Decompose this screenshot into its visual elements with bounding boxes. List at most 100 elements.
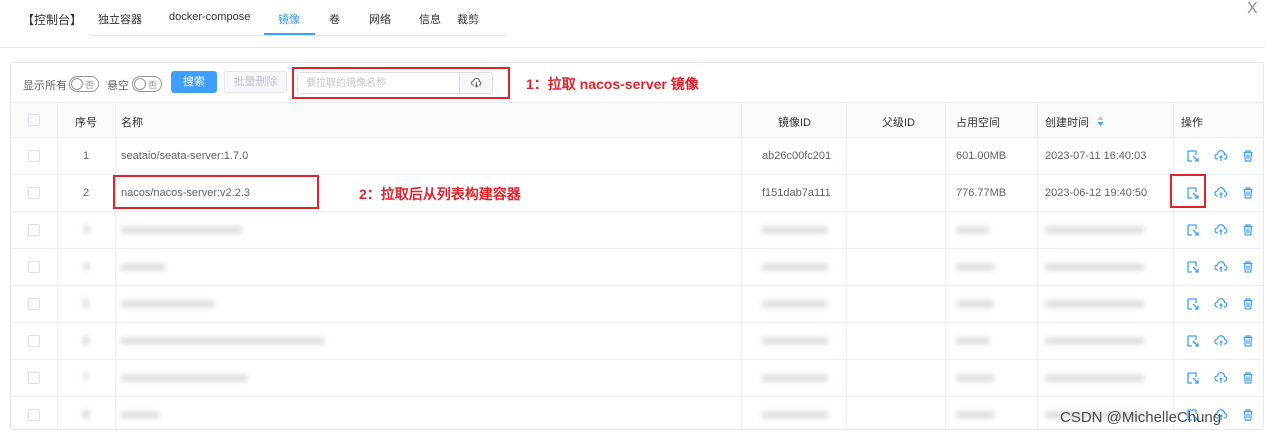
image-size: xxxxxxx bbox=[956, 409, 995, 421]
created-time: 2023-06-12 19:40:50 bbox=[1045, 187, 1148, 199]
tab-prune[interactable]: 裁剪 bbox=[457, 11, 479, 27]
active-tab-indicator bbox=[264, 33, 315, 35]
row-index: 4 bbox=[83, 261, 90, 273]
column-header-actions: 操作 bbox=[1181, 117, 1203, 129]
push-cloud-icon[interactable] bbox=[1214, 186, 1228, 200]
table-row: 4 xxxxxxxx xxxxxxxxxxxx xxxxxxx xxxxxxxxxxxx… bbox=[11, 249, 1263, 286]
column-divider bbox=[115, 102, 116, 429]
create-container-icon[interactable] bbox=[1186, 297, 1200, 311]
create-container-icon[interactable] bbox=[1186, 223, 1200, 237]
row-index: 6 bbox=[83, 335, 90, 347]
delete-icon[interactable] bbox=[1241, 408, 1255, 422]
select-all-checkbox[interactable] bbox=[28, 114, 40, 126]
row-checkbox[interactable] bbox=[28, 224, 40, 236]
column-divider bbox=[741, 102, 742, 429]
row-index: 7 bbox=[83, 372, 90, 384]
image-name: xxxxxxx bbox=[121, 409, 160, 421]
switch-off-text: 否 bbox=[85, 80, 95, 90]
image-name: xxxxxxxxxxxxxxxxxxxxxx bbox=[121, 224, 242, 236]
image-id: xxxxxxxxxxxx bbox=[762, 261, 828, 273]
created-time: xxxxxxxxxxxxxxxxxx bbox=[1045, 335, 1144, 347]
create-container-icon[interactable] bbox=[1186, 149, 1200, 163]
push-cloud-icon[interactable] bbox=[1214, 371, 1228, 385]
push-cloud-icon[interactable] bbox=[1214, 260, 1228, 274]
row-checkbox[interactable] bbox=[28, 409, 40, 421]
table-row: 7 xxxxxxxxxxxxxxxxxxxxxxx xxxxxxxxxxxx xxxx… bbox=[11, 360, 1263, 397]
created-time: 2023-07-11 16:40:03 bbox=[1045, 150, 1147, 162]
search-button[interactable]: 搜索 bbox=[171, 71, 217, 93]
annotation-step2: 2：拉取后从列表构建容器 bbox=[359, 186, 521, 202]
image-size: xxxxxxx bbox=[956, 372, 995, 384]
image-size: xxxxxx bbox=[956, 335, 989, 347]
image-size: 601.00MB bbox=[956, 150, 1007, 162]
created-time: xxxxxxxxxxxxxxxxxx bbox=[1045, 372, 1144, 384]
row-checkbox[interactable] bbox=[28, 150, 40, 162]
column-header-name: 名称 bbox=[121, 117, 143, 129]
push-cloud-icon[interactable] bbox=[1214, 297, 1228, 311]
show-all-switch[interactable]: 否 bbox=[69, 76, 99, 92]
push-cloud-icon[interactable] bbox=[1214, 223, 1228, 237]
image-size: xxxxxxx bbox=[956, 261, 995, 273]
row-checkbox[interactable] bbox=[28, 261, 40, 273]
image-id: xxxxxxxxxxxx bbox=[762, 372, 828, 384]
tab-standalone-containers[interactable]: 独立容器 bbox=[98, 11, 142, 27]
row-checkbox[interactable] bbox=[28, 372, 40, 384]
column-header-index: 序号 bbox=[75, 117, 97, 129]
row-index: 8 bbox=[83, 409, 90, 421]
top-tab-bar: 【控制台】 独立容器 docker-compose 镜像 卷 网络 信息 裁剪 … bbox=[0, 0, 1265, 48]
image-id: f151dab7a111 bbox=[762, 187, 831, 199]
image-size: 776.77MB bbox=[956, 187, 1007, 199]
image-name: xxxxxxxx bbox=[121, 261, 165, 273]
annotation-box-create bbox=[1170, 174, 1206, 208]
row-index: 3 bbox=[83, 224, 90, 236]
tab-info[interactable]: 信息 bbox=[419, 11, 441, 27]
created-time: xxxxxxxxxxxxxxxxxx bbox=[1045, 224, 1144, 236]
column-header-created[interactable]: 创建时间 bbox=[1045, 114, 1089, 130]
table-header: 序号 名称 镜像ID 父级ID 占用空间 创建时间 操作 bbox=[11, 102, 1263, 138]
image-id: xxxxxxxxxxxx bbox=[762, 409, 828, 421]
created-time: xxxxxxxxxxxxxxxxxx bbox=[1045, 298, 1144, 310]
column-divider bbox=[846, 102, 847, 429]
create-container-icon[interactable] bbox=[1186, 260, 1200, 274]
tab-volumes[interactable]: 卷 bbox=[329, 11, 340, 27]
row-checkbox[interactable] bbox=[28, 298, 40, 310]
delete-icon[interactable] bbox=[1241, 260, 1255, 274]
table-row: 3 xxxxxxxxxxxxxxxxxxxxxx xxxxxxxxxxxx xxxxx… bbox=[11, 212, 1263, 249]
row-index: 2 bbox=[83, 187, 90, 199]
tab-images[interactable]: 镜像 bbox=[278, 11, 300, 27]
tab-networks[interactable]: 网络 bbox=[369, 11, 391, 27]
column-divider bbox=[1173, 102, 1174, 429]
image-size: xxxxxx bbox=[956, 224, 989, 236]
image-name: xxxxxxxxxxxxxxxxxxxxxxx bbox=[121, 372, 248, 384]
table-row: 6 xxxxxxxxxxxxxxxxxxxxxxxxxxxxxxxxxxxxx xx… bbox=[11, 323, 1263, 360]
delete-icon[interactable] bbox=[1241, 334, 1255, 348]
delete-icon[interactable] bbox=[1241, 149, 1255, 163]
close-icon[interactable]: X bbox=[1247, 0, 1258, 18]
batch-delete-button[interactable]: 批量删除 bbox=[224, 71, 287, 93]
row-index: 1 bbox=[83, 150, 90, 162]
column-divider bbox=[1037, 102, 1038, 429]
delete-icon[interactable] bbox=[1241, 186, 1255, 200]
create-container-icon[interactable] bbox=[1186, 334, 1200, 348]
created-time: xxxxxxxxxxxxxxxxxx bbox=[1045, 261, 1144, 273]
dangling-switch[interactable]: 否 bbox=[132, 76, 162, 92]
push-cloud-icon[interactable] bbox=[1214, 334, 1228, 348]
switch-knob bbox=[71, 78, 83, 90]
show-all-label: 显示所有 bbox=[23, 80, 67, 92]
annotation-box-nacos bbox=[113, 175, 319, 209]
delete-icon[interactable] bbox=[1241, 297, 1255, 311]
delete-icon[interactable] bbox=[1241, 371, 1255, 385]
row-checkbox[interactable] bbox=[28, 187, 40, 199]
create-container-icon[interactable] bbox=[1186, 371, 1200, 385]
image-id: xxxxxxxxxxxx bbox=[762, 298, 828, 310]
row-checkbox[interactable] bbox=[28, 335, 40, 347]
image-name: xxxxxxxxxxxxxxxxxxxxxxxxxxxxxxxxxxxxx bbox=[121, 335, 325, 347]
tab-docker-compose[interactable]: docker-compose bbox=[169, 11, 250, 23]
sort-caret-icon[interactable] bbox=[1097, 115, 1104, 127]
table-row: 5 xxxxxxxxxxxxxxxxx xxxxxxxxxxxx xxxxxxx xxx… bbox=[11, 286, 1263, 323]
column-divider bbox=[945, 102, 946, 429]
images-panel: 显示所有 否 悬空 否 搜索 批量删除 序号 名称 镜像ID 父级ID 占用空间… bbox=[10, 62, 1264, 430]
watermark: CSDN @MichelleChung bbox=[1060, 409, 1222, 426]
delete-icon[interactable] bbox=[1241, 223, 1255, 237]
push-cloud-icon[interactable] bbox=[1214, 149, 1228, 163]
